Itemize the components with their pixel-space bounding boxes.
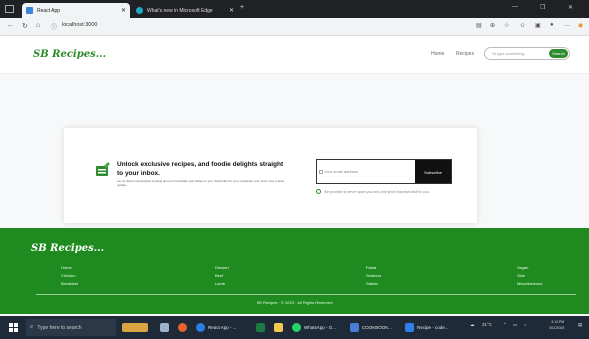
- footer-link[interactable]: Side: [517, 272, 542, 280]
- privacy-text: We promise to never spam you and only se…: [324, 189, 430, 194]
- subscribe-button[interactable]: Subscribe: [415, 160, 451, 183]
- tab-react-app[interactable]: React App ✕: [22, 3, 130, 18]
- privacy-note: We promise to never spam you and only se…: [316, 189, 430, 194]
- clock[interactable]: 3:13 PM 3/11/2025: [549, 319, 564, 331]
- taskbar-app-label: React App - ...: [208, 325, 237, 330]
- footer-column-1: Home Chicken Breakfast: [61, 264, 78, 288]
- check-icon: [316, 189, 321, 194]
- temperature[interactable]: 31°C: [482, 322, 492, 327]
- widgets-icon[interactable]: [122, 321, 151, 334]
- footer-link[interactable]: Miscellaneous: [517, 280, 542, 288]
- footer-link[interactable]: Seafood: [366, 272, 381, 280]
- footer-column-2: Dessert Beef Lamb: [215, 264, 229, 288]
- home-icon[interactable]: ⌂: [36, 22, 40, 29]
- window-menu-icon[interactable]: [5, 5, 14, 13]
- url-field[interactable]: localhost:3000: [62, 22, 97, 28]
- taskbar-app-cookbook[interactable]: COOKBOOK...: [350, 321, 392, 334]
- tab-title: What's new in Microsoft Edge: [147, 7, 213, 14]
- taskbar-search-placeholder: Type here to search: [37, 324, 82, 331]
- reader-icon[interactable]: ▤: [476, 22, 482, 29]
- taskbar-app-label: Recipe - code...: [417, 325, 449, 330]
- info-icon[interactable]: ⓘ: [51, 22, 57, 31]
- back-icon[interactable]: ←: [7, 22, 14, 29]
- search-input[interactable]: Hi type something... Search: [484, 47, 570, 60]
- site-header: SB Recipes... Home Recipes Hi type somet…: [0, 36, 589, 74]
- newsletter-description: Let us deliver handpicked cooking tips a…: [117, 179, 285, 187]
- site-footer: SB Recipes... Home Chicken Breakfast Des…: [0, 228, 589, 314]
- footer-link[interactable]: Pasta: [366, 264, 381, 272]
- newsletter-icon: [96, 162, 110, 176]
- close-tab-icon[interactable]: ✕: [229, 7, 234, 14]
- footer-link[interactable]: Vegan: [517, 264, 542, 272]
- close-tab-icon[interactable]: ✕: [121, 7, 126, 14]
- collections-icon[interactable]: ▣: [535, 22, 541, 29]
- clock-time: 3:13 PM: [551, 320, 565, 324]
- taskbar-app-whatsapp[interactable]: WhatsApp - G...: [292, 321, 336, 334]
- restore-icon[interactable]: ❐: [540, 4, 545, 11]
- email-field[interactable]: [317, 160, 417, 183]
- react-favicon-icon: [26, 7, 33, 14]
- edge-favicon-icon: [136, 7, 143, 14]
- excel-icon[interactable]: [256, 321, 268, 334]
- nav-home[interactable]: Home: [431, 51, 444, 57]
- footer-link[interactable]: Starter: [366, 280, 381, 288]
- folder-icon: [350, 323, 359, 332]
- file-explorer-icon[interactable]: [274, 321, 286, 334]
- search-icon: ⌕: [30, 324, 34, 330]
- footer-link[interactable]: Breakfast: [61, 280, 78, 288]
- plus-icon[interactable]: +: [240, 4, 244, 11]
- close-window-icon[interactable]: ✕: [568, 4, 573, 11]
- tab-title: React App: [37, 7, 61, 14]
- browser-tab-bar: React App ✕ What's new in Microsoft Edge…: [0, 0, 589, 18]
- firefox-icon[interactable]: [178, 321, 190, 334]
- minimize-icon[interactable]: —: [512, 4, 518, 10]
- footer-column-3: Pasta Seafood Starter: [366, 264, 381, 288]
- volume-icon[interactable]: ♪: [524, 322, 526, 327]
- tray-chevron-icon[interactable]: ⌃: [503, 322, 507, 328]
- search-placeholder: Hi type something...: [492, 51, 528, 56]
- address-bar: ← ↻ ⌂ ⓘ localhost:3000 ▤ ⊕ ☆ ✩ ▣ ● … ◉: [0, 18, 589, 36]
- notifications-icon[interactable]: ▤: [578, 322, 582, 328]
- footer-divider: [36, 294, 576, 295]
- weather-icon[interactable]: ☁: [470, 322, 475, 328]
- favorite-icon[interactable]: ☆: [504, 22, 509, 29]
- favorites-bar-icon[interactable]: ✩: [520, 22, 525, 29]
- zoom-icon[interactable]: ⊕: [490, 22, 495, 29]
- footer-link[interactable]: Beef: [215, 272, 229, 280]
- windows-taskbar: ⌕ Type here to search React App - ... Wh…: [0, 316, 589, 339]
- network-icon[interactable]: ▭: [513, 322, 517, 328]
- page: SB Recipes... Home Recipes Hi type somet…: [0, 36, 589, 316]
- copilot-icon[interactable]: ◉: [578, 22, 583, 29]
- tab-edge-whats-new[interactable]: What's new in Microsoft Edge ✕: [132, 3, 238, 18]
- taskbar-app-react[interactable]: React App - ...: [196, 321, 237, 334]
- taskbar-app-vscode[interactable]: Recipe - code...: [405, 321, 449, 334]
- footer-logo[interactable]: SB Recipes...: [31, 243, 104, 254]
- email-form: Subscribe: [316, 159, 452, 184]
- task-view-icon[interactable]: [160, 321, 172, 334]
- profile-icon[interactable]: ●: [550, 22, 554, 28]
- newsletter-card: Unlock exclusive recipes, and foodie del…: [64, 128, 477, 223]
- windows-start-icon[interactable]: [9, 323, 19, 333]
- vscode-icon: [405, 323, 414, 332]
- more-icon[interactable]: …: [564, 22, 570, 28]
- footer-copyright: SB Recipes · © 2023 · All Rights Reserve…: [256, 300, 333, 305]
- chrome-icon: [292, 323, 301, 332]
- footer-link[interactable]: Chicken: [61, 272, 78, 280]
- footer-link[interactable]: Lamb: [215, 280, 229, 288]
- nav-recipes[interactable]: Recipes: [456, 51, 474, 57]
- refresh-icon[interactable]: ↻: [22, 22, 28, 30]
- taskbar-app-label: WhatsApp - G...: [304, 325, 337, 330]
- site-logo[interactable]: SB Recipes...: [33, 49, 106, 60]
- newsletter-title: Unlock exclusive recipes, and foodie del…: [117, 161, 284, 177]
- search-button[interactable]: Search: [549, 49, 568, 58]
- edge-icon: [196, 323, 205, 332]
- footer-column-4: Vegan Side Miscellaneous: [517, 264, 542, 288]
- footer-link[interactable]: Dessert: [215, 264, 229, 272]
- clock-date: 3/11/2025: [549, 326, 565, 330]
- taskbar-app-label: COOKBOOK...: [362, 325, 393, 330]
- footer-link[interactable]: Home: [61, 264, 78, 272]
- taskbar-search-field[interactable]: ⌕ Type here to search: [26, 319, 116, 336]
